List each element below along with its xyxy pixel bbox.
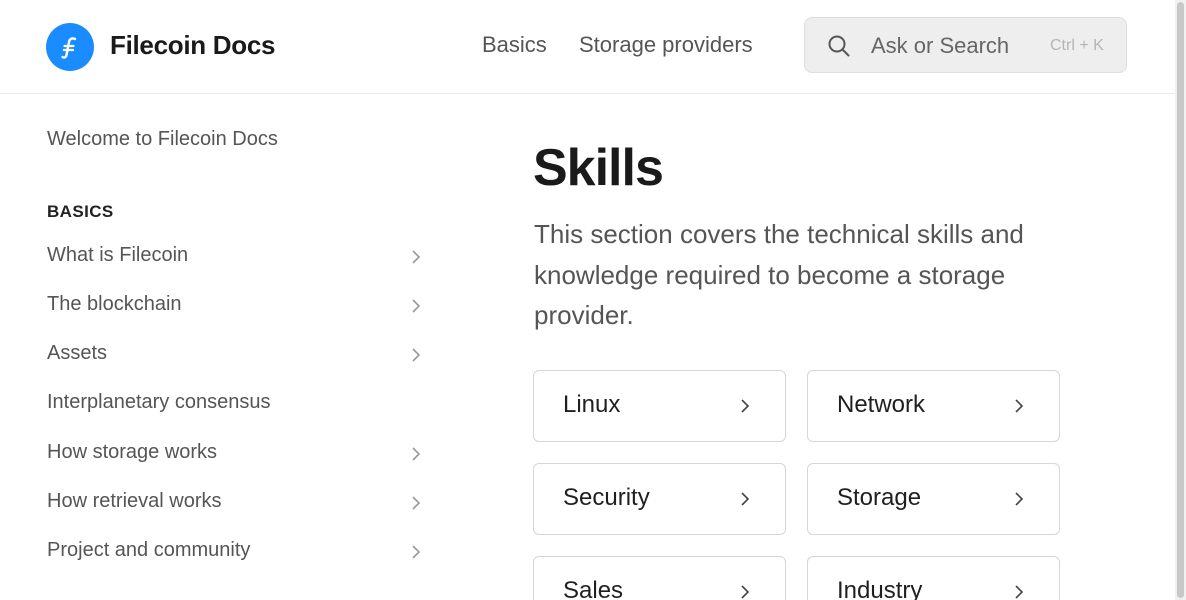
sidebar-item-label: What is Filecoin [47, 244, 189, 266]
chevron-right-icon [741, 492, 750, 506]
top-header: Filecoin Docs Basics Storage providers A… [0, 0, 1175, 94]
sidebar-item-label: How retrieval works [47, 490, 222, 512]
chevron-right-icon[interactable] [409, 248, 423, 266]
chevron-right-icon[interactable] [409, 445, 423, 463]
search-icon [828, 35, 850, 57]
chevron-right-icon[interactable] [409, 494, 423, 512]
chevron-right-icon [1015, 585, 1024, 599]
card-label: Storage [837, 484, 922, 511]
card-storage[interactable]: Storage [807, 463, 1060, 535]
card-label: Industry [837, 577, 923, 600]
sidebar-item-what-is-filecoin[interactable]: What is Filecoin [47, 244, 427, 272]
sidebar-item-assets[interactable]: Assets [47, 342, 427, 370]
sidebar-item-how-retrieval-works[interactable]: How retrieval works [47, 490, 427, 518]
scrollbar-thumb[interactable] [1177, 2, 1184, 598]
card-label: Linux [563, 391, 621, 418]
sidebar-item-how-storage-works[interactable]: How storage works [47, 441, 427, 469]
page: Filecoin Docs Basics Storage providers A… [0, 0, 1186, 600]
sidebar-item-label: Assets [47, 342, 108, 364]
sidebar-section-title: BASICS [47, 202, 114, 221]
page-description: This section covers the technical skills… [534, 219, 1024, 330]
filecoin-logo-icon[interactable] [46, 23, 94, 71]
card-network[interactable]: Network [807, 370, 1060, 442]
page-title: Skills [533, 139, 664, 197]
sidebar-item-label: How storage works [47, 441, 218, 463]
chevron-right-icon [741, 399, 750, 413]
chevron-right-icon[interactable] [409, 297, 423, 315]
brand-title[interactable]: Filecoin Docs [110, 30, 275, 61]
sidebar-item-label: The blockchain [47, 293, 182, 315]
nav-storage-providers[interactable]: Storage providers [579, 32, 753, 58]
sidebar-item-label: Interplanetary consensus [47, 391, 271, 413]
card-label: Security [563, 484, 650, 511]
card-label: Network [837, 391, 926, 418]
sidebar-item-interplanetary-consensus[interactable]: Interplanetary consensus [47, 391, 427, 419]
card-industry[interactable]: Industry [807, 556, 1060, 600]
card-linux[interactable]: Linux [533, 370, 786, 442]
sidebar-item-welcome[interactable]: Welcome to Filecoin Docs [47, 128, 278, 151]
sidebar-item-project-and-community[interactable]: Project and community [47, 539, 427, 567]
sidebar-item-label: Project and community [47, 539, 251, 561]
chevron-right-icon [1015, 492, 1024, 506]
sidebar-item-the-blockchain[interactable]: The blockchain [47, 293, 427, 321]
card-security[interactable]: Security [533, 463, 786, 535]
chevron-right-icon[interactable] [409, 543, 423, 561]
chevron-right-icon [741, 585, 750, 599]
card-label: Sales [563, 577, 624, 600]
search-placeholder: Ask or Search [871, 33, 1010, 58]
search-shortcut: Ctrl + K [1050, 37, 1104, 54]
chevron-right-icon[interactable] [409, 346, 423, 364]
page-scrollbar[interactable] [1175, 0, 1186, 600]
search-box[interactable]: Ask or Search Ctrl + K [804, 17, 1127, 73]
chevron-right-icon [1015, 399, 1024, 413]
nav-basics[interactable]: Basics [482, 32, 547, 58]
card-sales[interactable]: Sales [533, 556, 786, 600]
